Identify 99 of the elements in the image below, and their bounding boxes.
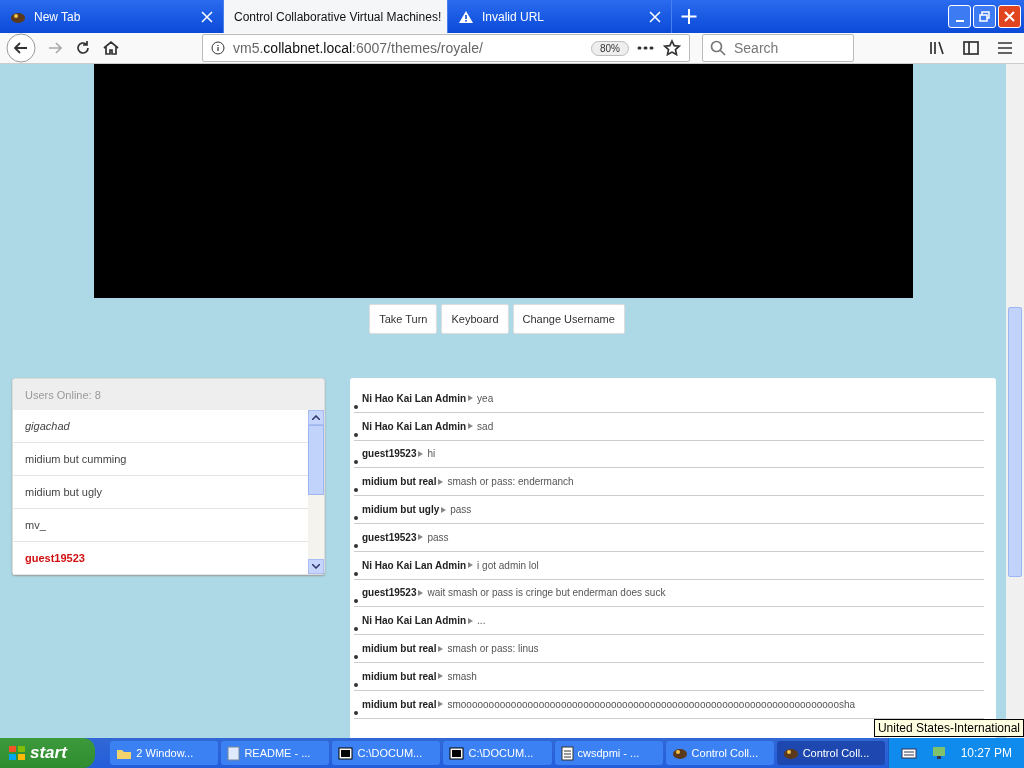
clock: 10:27 PM [960, 746, 1013, 760]
taskbar-item[interactable]: Control Coll... [665, 741, 774, 765]
start-button[interactable]: start [0, 738, 96, 768]
document-icon [227, 745, 241, 761]
taskbar-item[interactable]: Control Coll... [776, 741, 885, 765]
bullet-icon [354, 543, 358, 548]
address-bar[interactable]: vm5.collabnet.local:6007/themes/royale/ 80% [202, 34, 690, 62]
browser-tab[interactable]: Control Collaborative Virtual Machines! [224, 0, 448, 33]
taskbar-item[interactable]: README - ... [221, 741, 330, 765]
arrow-icon [468, 395, 474, 402]
arrow-icon [468, 423, 474, 430]
scroll-down-icon[interactable] [312, 564, 320, 569]
close-icon[interactable] [201, 10, 213, 23]
close-icon[interactable] [649, 10, 661, 23]
chat-username: guest19523 [362, 531, 417, 543]
close-icon [1004, 11, 1015, 22]
chat-message: pass [450, 504, 472, 516]
chat-username: midium but ugly [362, 504, 440, 516]
windows-logo-icon [8, 745, 26, 761]
chat-username: midium but real [362, 670, 437, 682]
arrow-icon [438, 478, 444, 485]
arrow-icon [438, 645, 444, 652]
bullet-icon [354, 516, 358, 520]
search-icon [710, 40, 726, 56]
scrollbar[interactable] [308, 410, 324, 574]
bullet-icon [354, 627, 358, 632]
close-button[interactable] [998, 5, 1021, 28]
star-icon[interactable] [663, 39, 681, 57]
bullet-icon [354, 488, 358, 493]
home-icon[interactable] [102, 39, 120, 57]
user-item[interactable]: guest19523 [13, 542, 308, 575]
taskbar-item[interactable]: 2 Window... [110, 741, 219, 765]
bullet-icon [354, 571, 358, 576]
users-online-title: Users Online: 8 [24, 387, 102, 403]
arrow-icon [418, 589, 424, 596]
warning-icon [458, 9, 474, 24]
menu-icon[interactable] [996, 39, 1014, 57]
browser-icon [782, 746, 799, 760]
chat-message: smash [447, 670, 477, 682]
chat-message: pass [427, 531, 449, 543]
tooltip: United States-International [873, 719, 1024, 737]
vm-button[interactable]: Change Username [512, 304, 625, 334]
bullet-icon [354, 710, 358, 715]
scroll-up-icon[interactable] [312, 415, 320, 420]
chat-message: hi [427, 448, 436, 460]
more-icon[interactable] [637, 45, 655, 51]
sidebar-icon[interactable] [962, 39, 980, 57]
chat-message: wait smash or pass is cringe but enderman does suck [427, 587, 666, 599]
bullet-icon [354, 599, 358, 604]
arrow-icon [418, 534, 424, 541]
chat-message: sad [477, 420, 494, 432]
chat-username: guest19523 [362, 448, 417, 460]
minimize-icon [955, 19, 964, 22]
taskbar-item[interactable]: C:\DOCUM... [332, 741, 441, 765]
bullet-icon [354, 432, 358, 437]
taskbar-item[interactable]: cwsdpmi - ... [554, 741, 663, 765]
arrow-icon [438, 673, 444, 680]
chat-username: Ni Hao Kai Lan Admin [362, 559, 467, 571]
arrow-icon [468, 617, 474, 624]
bullet-icon [354, 460, 358, 465]
vm-button[interactable]: Keyboard [441, 304, 509, 334]
chat-message: smoooooooooooooooooooooooooooooooooooooooooooooooooooooooooooooooooooosha [447, 698, 856, 710]
chat-username: Ni Hao Kai Lan Admin [362, 420, 467, 432]
archive-icon [449, 746, 465, 760]
reload-icon[interactable] [74, 39, 92, 57]
minimize-button[interactable] [948, 5, 971, 28]
arrow-icon [418, 451, 424, 457]
chat-message: yea [477, 392, 494, 404]
chat-message: i got admin lol [477, 559, 539, 571]
chat-username: midium but real [362, 698, 437, 710]
restore-button[interactable] [973, 5, 996, 28]
keyboard-icon[interactable] [900, 747, 917, 759]
chat-username: guest19523 [362, 587, 417, 599]
arrow-icon [468, 562, 474, 569]
chat-message: ... [477, 615, 486, 627]
chat-username: Ni Hao Kai Lan Admin [362, 392, 467, 404]
arrow-icon [438, 701, 444, 708]
bullet-icon [354, 654, 358, 659]
chat-username: Ni Hao Kai Lan Admin [362, 615, 467, 627]
info-icon [211, 41, 225, 55]
archive-icon [338, 746, 354, 760]
chat-message: smash or pass: linus [447, 643, 539, 655]
back-button[interactable] [6, 33, 36, 63]
zoom-indicator[interactable]: 80% [591, 40, 629, 56]
arrow-icon [441, 506, 447, 513]
notepad-icon [560, 745, 574, 761]
restore-icon [979, 11, 990, 22]
library-icon[interactable] [928, 39, 946, 57]
search-field[interactable]: Search [702, 34, 854, 62]
network-icon[interactable] [930, 745, 947, 761]
bullet-icon [354, 404, 358, 409]
chat-username: midium but real [362, 643, 437, 655]
vm-button[interactable]: Take Turn [369, 304, 438, 334]
user-item[interactable]: gigachad [13, 410, 308, 443]
chat-message: smash or pass: endermanch [447, 476, 574, 488]
bullet-icon [354, 682, 358, 687]
browser-icon [671, 746, 688, 760]
taskbar-item[interactable]: C:\DOCUM... [443, 741, 552, 765]
chat-username: midium but real [362, 476, 437, 488]
